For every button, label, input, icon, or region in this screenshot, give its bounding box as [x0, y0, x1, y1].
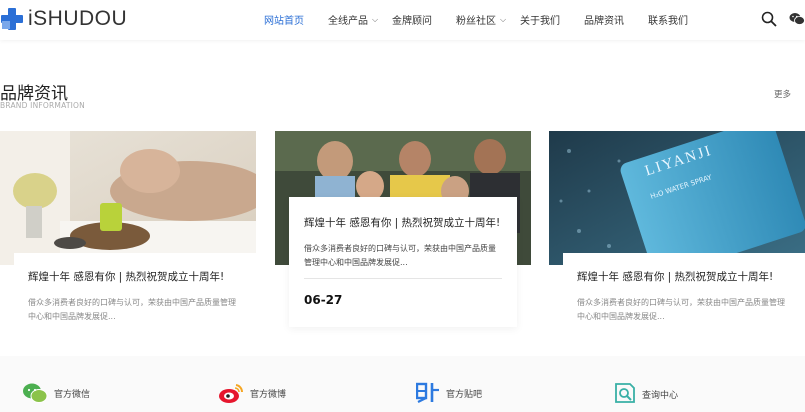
search-icon[interactable]: [761, 11, 777, 27]
wechat-icon: [23, 383, 48, 403]
nav-item-home[interactable]: 网站首页: [264, 12, 328, 27]
news-card-featured[interactable]: 辉煌十年 感恩有你 | 热烈祝贺成立十周年! 借众多消费者良好的口碑与认可，荣获…: [275, 131, 531, 331]
card-description: 借众多消费者良好的口碑与认可，荣获由中国产品质量管理中心和中国品牌发展促...: [28, 298, 236, 321]
site-header: iSHUDOU 网站首页 全线产品 ⌵ 金牌顾问 粉丝社区 ⌵ 关于我们 品牌资…: [0, 0, 805, 40]
water-spray-bottle-photo: LIYANJI H₂O WATER SPRAY: [549, 131, 805, 265]
query-icon: [615, 383, 635, 403]
tieba-icon: [416, 382, 439, 403]
news-card[interactable]: 辉煌十年 感恩有你 | 热烈祝贺成立十周年! 借众多消费者良好的口碑与认可，荣获…: [0, 131, 256, 333]
nav-item-products[interactable]: 全线产品 ⌵: [328, 12, 392, 28]
footer-label: 官方贴吧: [446, 389, 483, 400]
card-date: 06-27: [304, 293, 343, 307]
logo[interactable]: iSHUDOU: [0, 6, 127, 32]
footer-label: 查询中心: [642, 390, 679, 401]
main-nav: 网站首页 全线产品 ⌵ 金牌顾问 粉丝社区 ⌵ 关于我们 品牌资讯 联系我们: [264, 12, 708, 28]
wechat-icon[interactable]: [789, 12, 805, 26]
footer-label: 官方微信: [54, 389, 91, 400]
card-body: 辉煌十年 感恩有你 | 热烈祝贺成立十周年! 借众多消费者良好的口碑与认可，荣获…: [563, 253, 805, 333]
more-link[interactable]: 更多: [774, 88, 791, 100]
nav-item-label: 网站首页: [264, 16, 304, 27]
card-title[interactable]: 辉煌十年 感恩有你 | 热烈祝贺成立十周年!: [304, 215, 502, 230]
nav-item-label: 联系我们: [648, 16, 688, 27]
nav-item-about[interactable]: 关于我们: [520, 12, 584, 27]
nav-item-contact[interactable]: 联系我们: [648, 12, 708, 27]
footer-wechat[interactable]: 官方微信: [22, 382, 90, 404]
chevron-down-icon: ⌵: [500, 14, 507, 24]
nav-item-label: 关于我们: [520, 16, 560, 27]
nav-item-community[interactable]: 粉丝社区 ⌵: [456, 12, 520, 28]
card-title[interactable]: 辉煌十年 感恩有你 | 热烈祝贺成立十周年!: [28, 269, 242, 284]
footer-weibo[interactable]: 官方微博: [218, 382, 286, 404]
news-card[interactable]: LIYANJI H₂O WATER SPRAY 辉煌十年 感恩有你 | 热烈祝贺…: [549, 131, 805, 333]
footer-tieba[interactable]: 官方贴吧: [416, 382, 482, 404]
weibo-icon: [219, 384, 244, 403]
card-body: 辉煌十年 感恩有你 | 热烈祝贺成立十周年! 借众多消费者良好的口碑与认可，荣获…: [14, 253, 256, 333]
divider: [304, 278, 502, 279]
nav-item-label: 粉丝社区: [456, 16, 496, 27]
footer-label: 官方微博: [250, 389, 287, 400]
header-icons: [761, 11, 805, 27]
section-subtitle: BRAND INFORMATION: [0, 101, 85, 110]
card-body: 辉煌十年 感恩有你 | 热烈祝贺成立十周年! 借众多消费者良好的口碑与认可，荣获…: [289, 197, 517, 327]
spa-massage-photo: [0, 131, 256, 265]
nav-item-label: 金牌顾问: [392, 16, 432, 27]
logo-cross-icon: [1, 8, 23, 30]
nav-item-label: 品牌资讯: [584, 16, 624, 27]
logo-text: iSHUDOU: [28, 7, 128, 30]
nav-item-label: 全线产品: [328, 16, 368, 27]
card-title[interactable]: 辉煌十年 感恩有你 | 热烈祝贺成立十周年!: [577, 269, 791, 284]
nav-item-advisors[interactable]: 金牌顾问: [392, 12, 456, 27]
chevron-down-icon: ⌵: [372, 14, 379, 24]
footer-query[interactable]: 查询中心: [614, 382, 678, 406]
footer-bar: 官方微信 官方微博 官方贴吧 查询中心: [0, 356, 805, 412]
card-description: 借众多消费者良好的口碑与认可，荣获由中国产品质量管理中心和中国品牌发展促...: [304, 244, 496, 267]
card-description: 借众多消费者良好的口碑与认可，荣获由中国产品质量管理中心和中国品牌发展促...: [577, 298, 785, 321]
nav-item-news[interactable]: 品牌资讯: [584, 12, 648, 27]
